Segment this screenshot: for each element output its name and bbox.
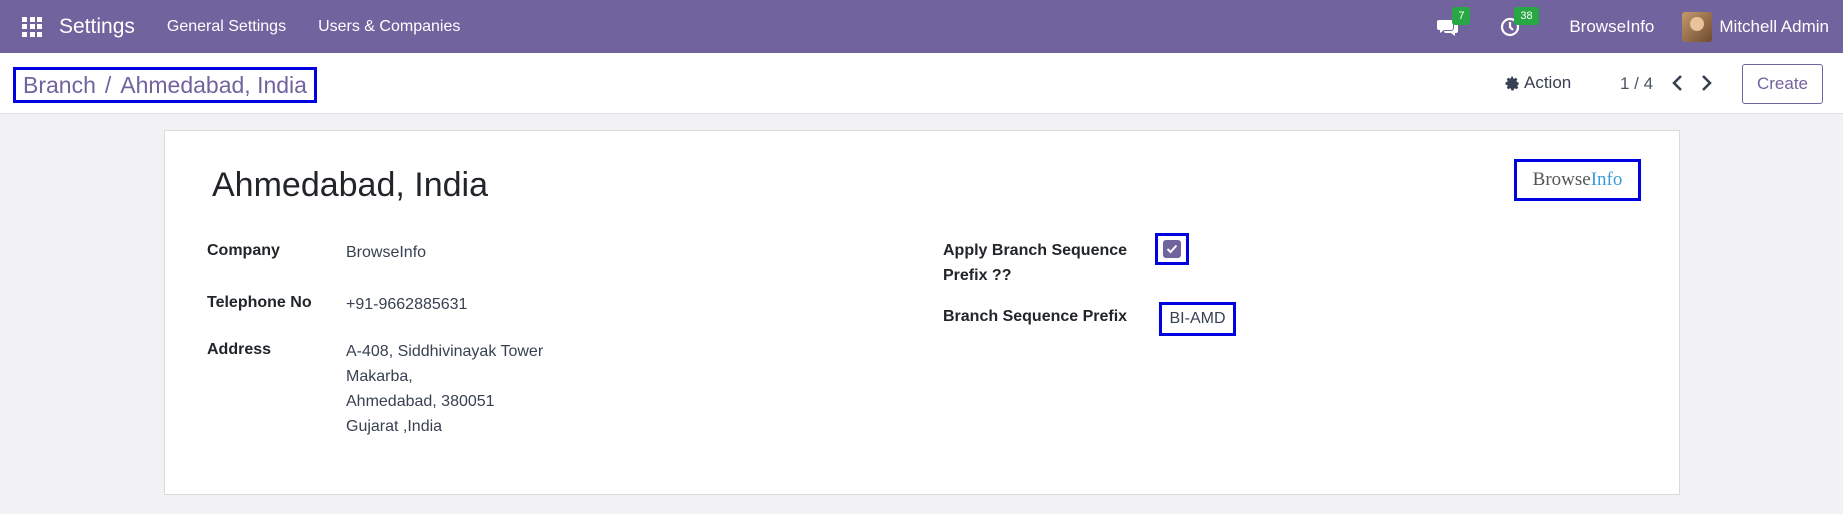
company-logo[interactable]: Browse Info: [1514, 159, 1641, 201]
create-button[interactable]: Create: [1742, 64, 1823, 104]
app-name[interactable]: Settings: [59, 15, 135, 39]
address-line-3: Ahmedabad, 380051: [346, 393, 495, 410]
logo-text-browse: Browse: [1532, 169, 1591, 190]
company-label: Company: [207, 242, 280, 259]
address-line-1: A-408, Siddhivinayak Tower: [346, 343, 544, 360]
apps-menu-icon[interactable]: [22, 16, 42, 37]
form-sheet: Ahmedabad, India Browse Info Company Brow…: [164, 130, 1680, 495]
breadcrumb-current: Ahmedabad, India: [120, 71, 307, 98]
telephone-label: Telephone No: [207, 294, 312, 311]
messages-badge: 7: [1452, 6, 1471, 25]
apply-prefix-checkbox[interactable]: [1163, 240, 1181, 258]
top-navbar: Settings General Settings Users & Compan…: [0, 0, 1843, 53]
apply-prefix-label-line-1: Apply Branch Sequence: [943, 242, 1128, 259]
address-line-2: Makarba,: [346, 368, 413, 385]
breadcrumb-separator: /: [104, 71, 112, 98]
logo-text-info: Info: [1590, 169, 1623, 190]
control-panel: Branch / Ahmedabad, India Action 1 / 4 C…: [0, 53, 1843, 114]
breadcrumb-parent-link[interactable]: Branch: [23, 72, 96, 99]
address-label: Address: [207, 341, 272, 358]
address-line-4: Gujarat ,India: [346, 418, 443, 435]
user-menu[interactable]: Mitchell Admin: [1719, 17, 1829, 37]
action-menu-button[interactable]: Action: [1505, 73, 1571, 93]
apply-prefix-label-line-2: Prefix ??: [943, 267, 1012, 284]
record-title[interactable]: Ahmedabad, India: [212, 166, 488, 205]
menu-users-companies[interactable]: Users & Companies: [318, 18, 460, 36]
activities-icon[interactable]: 38: [1497, 6, 1539, 40]
messages-icon[interactable]: 7: [1435, 6, 1471, 40]
telephone-field[interactable]: +91-9662885631: [346, 292, 467, 317]
breadcrumb: Branch / Ahmedabad, India: [13, 67, 317, 103]
menu-general-settings[interactable]: General Settings: [167, 18, 286, 36]
gear-icon: [1505, 75, 1519, 91]
apply-prefix-checkbox-wrapper: [1155, 233, 1189, 265]
pager-next-button[interactable]: [1696, 71, 1716, 95]
checkmark-icon: [1166, 244, 1178, 254]
action-label: Action: [1524, 73, 1572, 92]
address-field[interactable]: A-408, Siddhivinayak Tower Makarba, Ahme…: [346, 339, 543, 439]
company-field[interactable]: BrowseInfo: [346, 240, 426, 265]
pager-previous-button[interactable]: [1668, 71, 1688, 95]
user-avatar[interactable]: [1682, 11, 1713, 42]
navbar-systray: 7 38 BrowseInfo Mitchell Admin: [1435, 0, 1843, 53]
pager-value[interactable]: 1 / 4: [1620, 74, 1653, 94]
activities-badge: 38: [1514, 6, 1539, 25]
sequence-prefix-label: Branch Sequence Prefix: [943, 308, 1128, 325]
company-switcher[interactable]: BrowseInfo: [1569, 17, 1654, 37]
chevron-right-icon: [1702, 75, 1712, 91]
chevron-left-icon: [1672, 75, 1682, 91]
apply-prefix-label: Apply Branch Sequence Prefix ??: [943, 238, 1127, 288]
sequence-prefix-field[interactable]: BI-AMD: [1159, 302, 1236, 336]
